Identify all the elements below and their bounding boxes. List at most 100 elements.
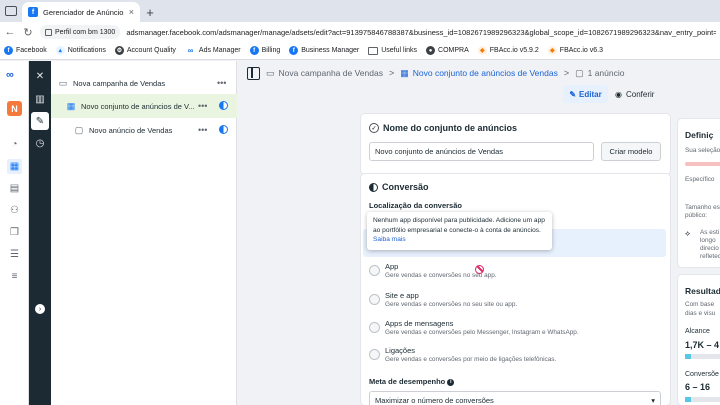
conversion-option[interactable]: Site e app Gere vendas e conversões no se… [369,291,669,313]
tree-item-adset[interactable]: ▦ Novo conjunto de anúncios de V... ••• [51,94,237,118]
bookmark-item[interactable]: Useful links [368,46,417,55]
tree-item-campaign[interactable]: ▭ Nova campanha de Vendas ••• [51,71,237,95]
account-avatar[interactable]: N [7,101,22,116]
bookmark-item[interactable]: ⚙ Account Quality [114,46,176,55]
address-bar: ← ↻ Perfil com bm 1300 adsmanager.facebo… [0,22,720,42]
estimated-results-card: Resultad Com base dias e visu Alcance 1,… [678,275,720,405]
adset-more-icon[interactable]: ••• [198,101,207,111]
definition-subtitle: Sua seleção [685,147,720,154]
bookmark-label: FBAcc.io v5.9.2 [489,47,539,54]
conversions-bar [685,397,720,402]
edit-pencil-icon[interactable]: ✎ [31,112,49,130]
info-icon[interactable]: i [447,378,455,386]
results-text-1: Com base [685,301,715,308]
radio-button[interactable] [369,294,380,305]
option-title: Ligações [385,346,416,355]
bookmark-label: Business Manager [301,47,360,54]
media-library-icon[interactable]: ❐ [7,225,22,240]
radio-button[interactable] [369,322,380,333]
campaign-more-icon[interactable]: ••• [217,78,226,88]
review-button-label: Conferir [625,89,655,99]
audiences-icon[interactable]: ⚇ [7,203,22,218]
all-tools-menu-icon[interactable]: ≡ [7,269,22,284]
conversion-option[interactable]: Apps de mensagens Gere vendas e conversõe… [369,319,669,341]
bookmark-item[interactable]: ▴ Notifications [55,46,106,55]
ad-square-icon: ▢ [74,124,84,135]
crumb-ads[interactable]: ▢ 1 anúncio [575,68,624,79]
bookmark-label: Billing [261,47,281,54]
edit-button-label: Editar [579,89,602,99]
bookmark-label: FBAcc.io v6.3 [559,47,603,54]
tree-ad-label: Novo anúncio de Vendas [89,125,173,135]
sparkle-icon: ⟡ [685,229,691,238]
caret-down-icon: ▾ [651,395,655,405]
history-clock-icon[interactable]: ◷ [31,134,49,152]
circle-icon: ● [426,46,436,55]
new-tab-button[interactable]: + [140,2,160,22]
bookmark-label: Account Quality [126,47,176,54]
bookmark-item[interactable]: f Business Manager [289,46,359,55]
toggle-panel-icon[interactable] [247,66,260,80]
status-half-circle-icon [219,101,228,110]
adset-grid-icon: ▦ [66,100,76,111]
audience-definition-card: Definiç Sua seleção Específico Tamanho e… [678,119,720,267]
dashboard-gauge-icon[interactable]: ◔ [7,137,22,152]
expand-chevron-icon[interactable]: › [35,304,45,314]
back-arrow-icon[interactable]: ← [4,26,16,38]
campaign-tree-panel: ▭ Nova campanha de Vendas ••• ▦ Novo con… [51,61,237,405]
conversion-option[interactable]: App Gere vendas e conversões no seu app. [369,262,669,284]
reload-icon[interactable]: ↻ [22,26,34,39]
catalog-icon[interactable]: ☰ [7,247,22,262]
crumb-adset-label: Novo conjunto de anúncios de Vendas [412,68,558,78]
ad-more-icon[interactable]: ••• [198,125,207,135]
bookmark-item[interactable]: f Billing [249,46,281,55]
bell-icon: ▴ [55,46,65,55]
bookmark-item[interactable]: ● COMPRA [426,46,469,55]
bookmark-item[interactable]: f Facebook [4,46,47,55]
meta-nav-rail: ∞ N ◔ ▦ ▤ ⚇ ❐ ☰ ≡ [0,61,29,405]
bookmarks-bar: f Facebook ▴ Notifications ⚙ Account Quality ∞… [0,42,720,60]
option-description: Gere vendas e conversões por meio de lig… [385,356,557,363]
review-button[interactable]: ◉ Conferir [615,85,663,103]
close-editor-icon[interactable]: ✕ [31,67,49,85]
browser-tab[interactable]: f Gerenciador de Anúncios - Ge × [22,2,140,22]
not-allowed-icon [475,265,484,274]
window-menu-button[interactable] [0,0,22,22]
facebook-favicon-icon: f [28,7,38,17]
learn-more-link[interactable]: Saiba mais [373,236,406,243]
reach-label: Alcance [685,328,710,335]
edit-button[interactable]: ✎ Editar [563,85,608,103]
radio-button[interactable] [369,349,380,360]
crumb-adset[interactable]: ▦ Novo conjunto de anúncios de Vendas [400,68,558,79]
url-text[interactable]: adsmanager.facebook.com/adsmanager/manag… [126,28,716,37]
conversion-option[interactable]: Ligações Gere vendas e conversões por mei… [369,346,669,368]
bookmark-item[interactable]: ∞ Ads Manager [185,46,241,55]
tree-adset-label: Novo conjunto de anúncios de V... [81,101,195,111]
crumb-campaign[interactable]: ▭ Nova campanha de Vendas [266,68,383,79]
performance-goal-select[interactable]: Maximizar o número de conversões ▾ [369,391,661,405]
reach-bar [685,354,720,359]
profile-chip[interactable]: Perfil com bm 1300 [40,25,121,39]
campaigns-grid-icon[interactable]: ▦ [7,159,22,174]
bookmark-item[interactable]: ◆ FBAcc.io v5.9.2 [477,46,539,55]
chart-icon[interactable]: ▥ [31,90,49,108]
reports-icon[interactable]: ▤ [7,181,22,196]
window-icon [5,6,17,16]
tune-icon [45,28,52,36]
audience-gauge [685,162,720,166]
meta-icon: ∞ [187,46,194,55]
radio-button[interactable] [369,265,380,276]
bookmark-item[interactable]: ◆ FBAcc.io v6.3 [547,46,603,55]
browser-tab-bar: f Gerenciador de Anúncios - Ge × + [0,0,720,22]
meta-logo-icon[interactable]: ∞ [6,69,14,81]
estimate-note-4: refletec [700,253,720,260]
create-template-button[interactable]: Criar modelo [601,142,661,161]
facebook-icon: f [289,46,299,55]
adset-name-input[interactable]: Novo conjunto de anúncios de Vendas [369,142,594,161]
conversions-value: 6 – 16 [685,382,711,392]
adset-grid-icon: ▦ [400,67,409,78]
tab-close-icon[interactable]: × [129,7,134,17]
performance-goal-text: Meta de desempenho [369,377,446,386]
tree-item-ad[interactable]: ▢ Novo anúncio de Vendas ••• [51,118,237,142]
breadcrumb-separator: > [563,68,570,78]
